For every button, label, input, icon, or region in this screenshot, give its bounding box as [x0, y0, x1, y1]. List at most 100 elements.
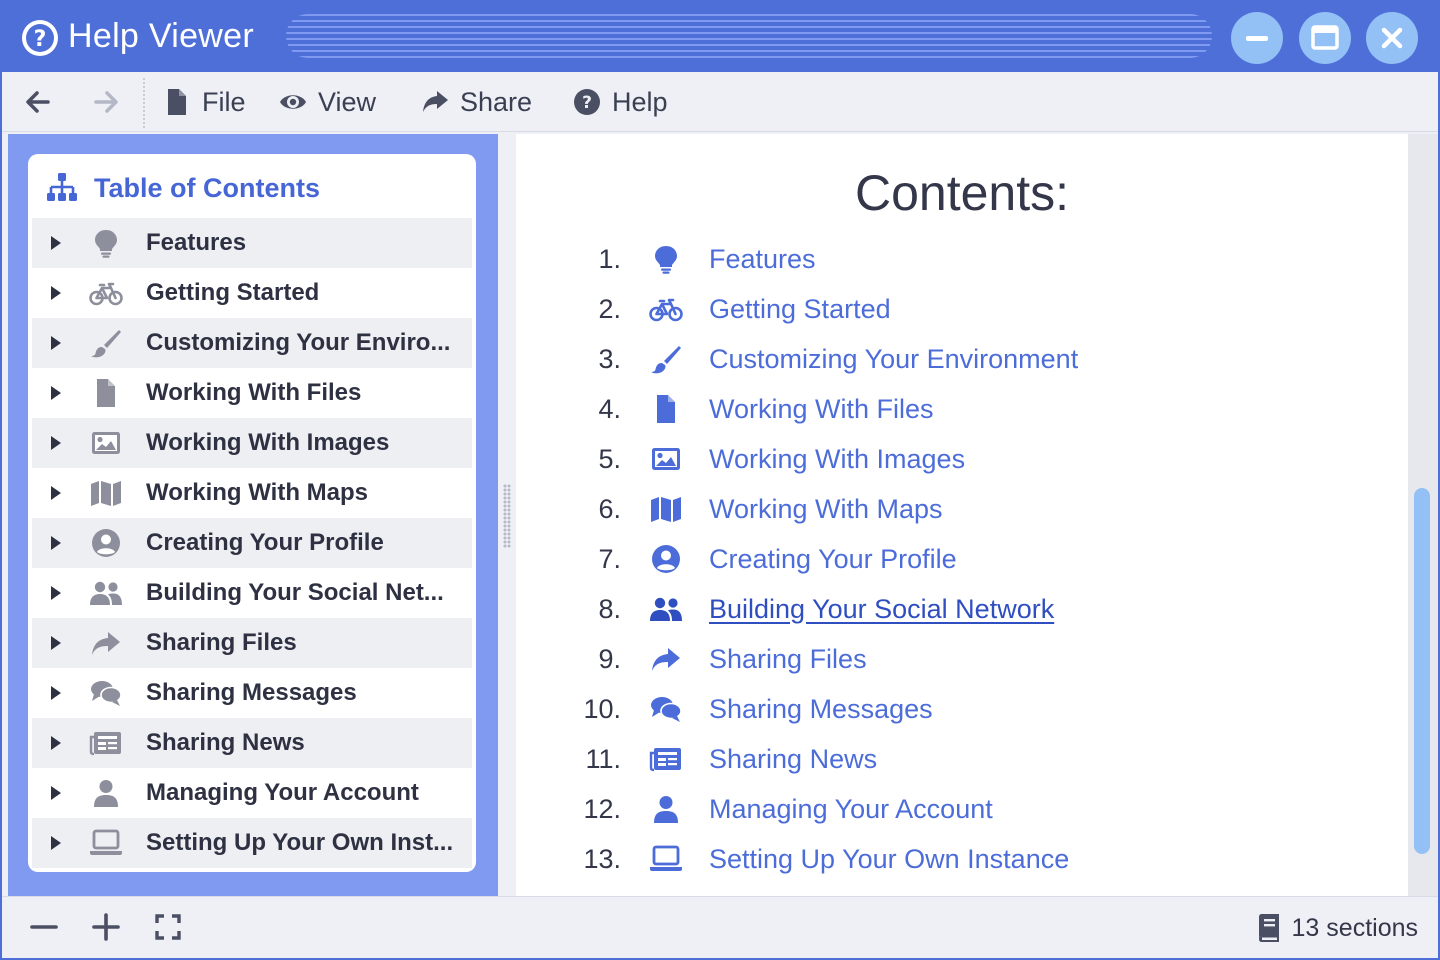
toc-item[interactable]: Working With Maps: [32, 468, 472, 518]
expand-caret[interactable]: [34, 585, 78, 601]
contents-item-number: 1.: [598, 243, 621, 274]
contents-item-link[interactable]: Getting Started: [709, 294, 891, 325]
minimize-icon: [1246, 36, 1268, 41]
toc-item-label: Sharing News: [146, 729, 305, 756]
title-drag-handle[interactable]: [286, 14, 1212, 58]
contents-item: 1. Features: [576, 234, 1396, 284]
menu-help[interactable]: ? Help: [572, 82, 668, 122]
minimize-button[interactable]: [1231, 12, 1283, 64]
menu-share[interactable]: Share: [420, 82, 532, 122]
expand-caret[interactable]: [34, 685, 78, 701]
caret-right-icon: [51, 586, 61, 600]
back-button[interactable]: [22, 86, 54, 118]
contents-item-link[interactable]: Creating Your Profile: [709, 544, 957, 575]
menu-view[interactable]: View: [278, 82, 376, 122]
toc-item[interactable]: Sharing Files: [32, 618, 472, 668]
toc-item-icon: [78, 728, 134, 758]
expand-caret[interactable]: [34, 235, 78, 251]
toc-panel: Table of Contents Features Getting Starte…: [8, 134, 498, 896]
forward-button[interactable]: [90, 86, 122, 118]
toc-item[interactable]: Managing Your Account: [32, 768, 472, 818]
contents-item-link[interactable]: Working With Images: [709, 444, 965, 475]
lightbulb-icon: [655, 246, 677, 274]
toc-item[interactable]: Creating Your Profile: [32, 518, 472, 568]
toc-item[interactable]: Features: [32, 218, 472, 268]
expand-caret[interactable]: [34, 635, 78, 651]
user-icon: [654, 796, 678, 823]
close-button[interactable]: [1366, 12, 1418, 64]
contents-item-number: 4.: [598, 393, 621, 424]
map-icon: [651, 497, 681, 522]
bicycle-icon: [649, 298, 683, 322]
toc-item[interactable]: Customizing Your Enviro...: [32, 318, 472, 368]
expand-caret[interactable]: [34, 535, 78, 551]
contents-item-number: 13.: [583, 843, 621, 874]
file-icon: [97, 379, 115, 407]
expand-caret[interactable]: [34, 835, 78, 851]
svg-text:?: ?: [34, 27, 47, 52]
toc-item-label: Getting Started: [146, 279, 320, 306]
lightbulb-icon: [95, 230, 117, 258]
splitter-grip[interactable]: [503, 484, 511, 548]
contents-item-link[interactable]: Customizing Your Environment: [709, 344, 1078, 375]
contents-item-icon: [631, 693, 701, 725]
panel-splitter[interactable]: [498, 134, 516, 896]
expand-caret[interactable]: [34, 435, 78, 451]
zoom-out-button[interactable]: [28, 911, 60, 943]
image-icon: [92, 432, 120, 454]
toc-item-label: Creating Your Profile: [146, 529, 384, 556]
toc-item-label: Sharing Messages: [146, 679, 357, 706]
caret-right-icon: [51, 286, 61, 300]
contents-item-link[interactable]: Building Your Social Network: [709, 594, 1054, 625]
contents-item-icon: [631, 243, 701, 275]
toc-item[interactable]: Sharing Messages: [32, 668, 472, 718]
fullscreen-button[interactable]: [152, 911, 184, 943]
contents-item-link[interactable]: Working With Maps: [709, 494, 943, 525]
contents-item: 2. Getting Started: [576, 284, 1396, 334]
plus-icon: [92, 913, 120, 941]
contents-item-link[interactable]: Features: [709, 244, 816, 275]
toc-item-label: Managing Your Account: [146, 779, 419, 806]
user-circle-icon: [652, 545, 680, 573]
expand-icon: [155, 914, 181, 940]
toc-item[interactable]: Building Your Social Net...: [32, 568, 472, 618]
expand-caret[interactable]: [34, 385, 78, 401]
toc-list: Features Getting Started Customizing Your …: [32, 218, 472, 868]
contents-item-link[interactable]: Setting Up Your Own Instance: [709, 844, 1069, 875]
menu-file[interactable]: File: [162, 82, 246, 122]
caret-right-icon: [51, 686, 61, 700]
toolbar: File View Share ? Help: [2, 72, 1438, 132]
arrow-left-icon: [26, 91, 50, 113]
contents-item-number: 7.: [598, 543, 621, 574]
toc-item[interactable]: Sharing News: [32, 718, 472, 768]
contents-item-number: 2.: [598, 293, 621, 324]
expand-caret[interactable]: [34, 285, 78, 301]
window-body: File View Share ? Help Table of Contents…: [2, 72, 1438, 958]
contents-item-link[interactable]: Sharing News: [709, 744, 877, 775]
toc-item[interactable]: Working With Images: [32, 418, 472, 468]
maximize-button[interactable]: [1299, 12, 1351, 64]
scrollbar-thumb[interactable]: [1414, 488, 1430, 854]
contents-item: 4. Working With Files: [576, 384, 1396, 434]
contents-item-link[interactable]: Sharing Files: [709, 644, 867, 675]
contents-item-number: 3.: [598, 343, 621, 374]
toc-item[interactable]: Working With Files: [32, 368, 472, 418]
zoom-in-button[interactable]: [90, 911, 122, 943]
contents-item-link[interactable]: Sharing Messages: [709, 694, 933, 725]
image-icon: [652, 448, 680, 470]
expand-caret[interactable]: [34, 335, 78, 351]
title-bar[interactable]: ? Help Viewer: [0, 0, 1440, 72]
toc-item[interactable]: Setting Up Your Own Inst...: [32, 818, 472, 868]
content-scrollbar[interactable]: [1408, 134, 1438, 896]
expand-caret[interactable]: [34, 485, 78, 501]
contents-item-link[interactable]: Managing Your Account: [709, 794, 993, 825]
newspaper-icon: [649, 748, 681, 772]
contents-item-icon: [631, 843, 701, 875]
contents-item-link[interactable]: Working With Files: [709, 394, 934, 425]
content-pane: Contents: 1. Features 2. Getting Started 3. C…: [516, 134, 1408, 896]
contents-item: 9. Sharing Files: [576, 634, 1396, 684]
expand-caret[interactable]: [34, 785, 78, 801]
toc-title: Table of Contents: [94, 172, 320, 203]
expand-caret[interactable]: [34, 735, 78, 751]
toc-item[interactable]: Getting Started: [32, 268, 472, 318]
